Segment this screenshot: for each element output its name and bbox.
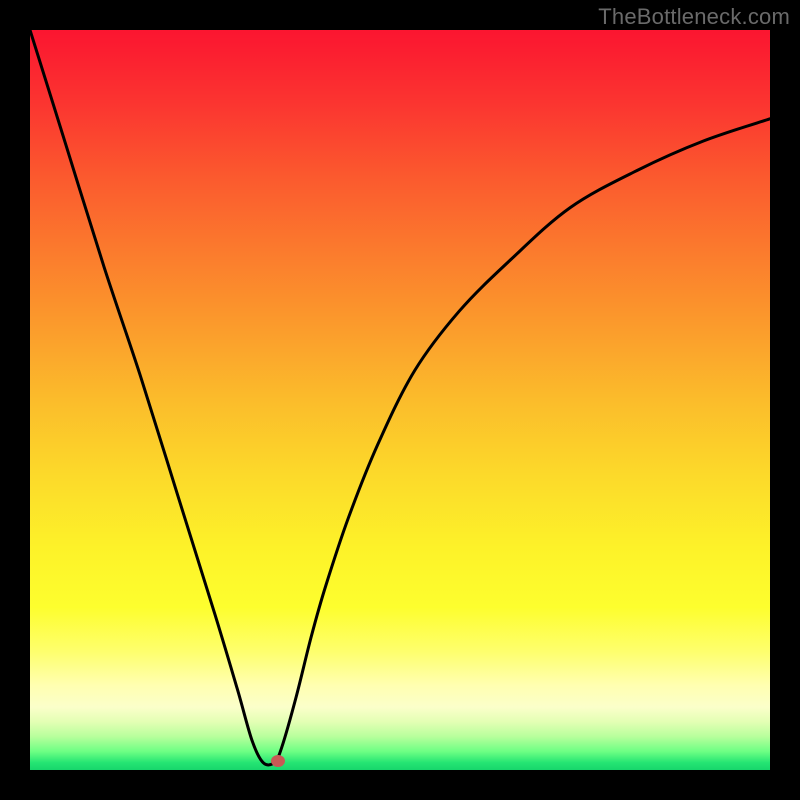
plot-area [30, 30, 770, 770]
bottleneck-curve [30, 30, 770, 765]
curve-layer [30, 30, 770, 770]
optimal-point-marker [271, 755, 285, 767]
watermark-text: TheBottleneck.com [598, 4, 790, 30]
chart-frame: TheBottleneck.com [0, 0, 800, 800]
